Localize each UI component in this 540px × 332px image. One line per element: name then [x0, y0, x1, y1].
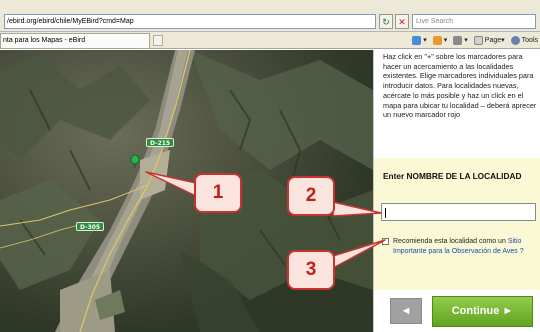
tools-menu-label: Tools [521, 37, 538, 44]
iba-checkbox-label: Recomienda esta localidad como un Sitio … [382, 237, 540, 257]
callout-2: 2 [287, 176, 335, 216]
iba-checkbox-text: Recomienda esta localidad como un [393, 238, 506, 245]
refresh-icon[interactable]: ↻ [379, 14, 393, 29]
page-menu[interactable]: Page▾ [473, 35, 505, 47]
page-menu-label: Page [484, 37, 502, 44]
callout-1: 1 [194, 173, 242, 213]
home-icon [412, 35, 422, 45]
browser-tab[interactable]: nta para los Mapas - eBird [0, 33, 150, 48]
iba-help-link[interactable]: ? [518, 248, 524, 255]
print-icon [453, 35, 463, 45]
location-panel: Haz click en "+" sobre los marcadores pa… [373, 50, 540, 332]
stop-icon[interactable]: ✕ [395, 14, 409, 29]
continue-button[interactable]: Continue ► [432, 296, 533, 327]
iba-checkbox[interactable] [382, 238, 389, 245]
browser-tab-bar: nta para los Mapas - eBird ▾ ▾ ▾ Page▾ T… [0, 32, 540, 49]
instructions-text: Haz click en "+" sobre los marcadores pa… [383, 52, 537, 120]
page-icon [473, 35, 483, 45]
back-button[interactable]: ◄ [390, 298, 422, 324]
road-label: D-305 [76, 222, 105, 231]
gear-icon [510, 35, 520, 45]
feeds-button[interactable]: ▾ [432, 35, 447, 47]
feed-icon [432, 35, 442, 45]
browser-toolbar: ▾ ▾ ▾ Page▾ Tools [412, 35, 538, 47]
print-button[interactable]: ▾ [453, 35, 468, 47]
search-input[interactable]: Live Search [412, 14, 536, 29]
location-form: Enter NOMBRE DE LA LOCALIDAD Recomienda … [374, 158, 540, 290]
address-input[interactable]: /ebird.org/ebird/chile/MyEBird?cmd=Map [4, 14, 376, 29]
new-tab-button[interactable] [153, 35, 163, 46]
home-button[interactable]: ▾ [412, 35, 427, 47]
callout-3: 3 [287, 250, 335, 290]
browser-address-bar: /ebird.org/ebird/chile/MyEBird?cmd=Map ↻… [0, 0, 540, 32]
road-label: D-215 [146, 138, 175, 147]
iba-recommend-row: Recomienda esta localidad como un Sitio … [382, 237, 540, 257]
tools-menu[interactable]: Tools [510, 35, 538, 47]
text-cursor [385, 207, 386, 218]
location-name-label: Enter NOMBRE DE LA LOCALIDAD [383, 171, 522, 181]
location-marker-icon [130, 154, 140, 165]
location-name-input[interactable] [381, 203, 536, 221]
